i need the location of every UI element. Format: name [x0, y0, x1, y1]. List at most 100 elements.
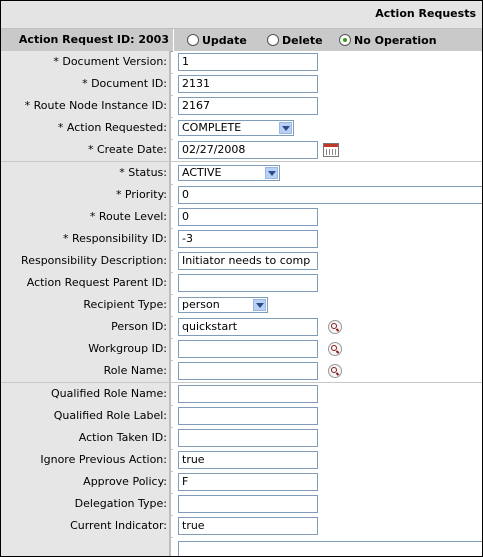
field-cell: 2131: [173, 73, 482, 95]
field-cell: 02/27/2008: [173, 139, 482, 161]
field-label: * Responsibility ID:: [1, 228, 171, 250]
field-label: Role Name:: [1, 360, 171, 382]
action-requests-panel: Action Requests Action Request ID: 2003 …: [0, 0, 483, 557]
field-input[interactable]: 02/27/2008: [178, 141, 318, 159]
field-cell: 1: [173, 51, 482, 73]
field-row: Delegation Type:: [1, 493, 482, 516]
radio-update[interactable]: Update: [187, 33, 247, 49]
select-value: person: [182, 298, 220, 311]
field-cell: ACTIVE: [173, 162, 482, 184]
radio-update-circle[interactable]: [187, 34, 199, 46]
radio-no-operation-circle[interactable]: [339, 34, 351, 46]
field-input[interactable]: true: [178, 517, 318, 535]
field-input[interactable]: 2167: [178, 97, 318, 115]
field-label: Delegation Type:: [1, 493, 171, 515]
field-label: Approve Policy:: [1, 471, 171, 493]
field-row: Responsibility Description: Initiator nee…: [1, 250, 482, 273]
field-label: * Status:: [1, 162, 171, 184]
field-cell: person: [173, 294, 482, 316]
field-row: Workgroup ID:: [1, 338, 482, 361]
field-cell: [173, 405, 482, 427]
chevron-down-icon[interactable]: [265, 167, 278, 179]
field-input[interactable]: quickstart: [178, 318, 318, 336]
field-input[interactable]: [178, 362, 318, 380]
field-cell: [173, 272, 482, 294]
field-row: * Route Node Instance ID: 2167: [1, 95, 482, 118]
field-label: * Create Date:: [1, 139, 171, 161]
select-value: ACTIVE: [182, 166, 222, 179]
radio-delete[interactable]: Delete: [267, 33, 323, 49]
field-input[interactable]: F: [178, 473, 318, 491]
field-label: Annotation:: [1, 537, 171, 556]
annotation-textarea[interactable]: [178, 541, 482, 556]
field-cell: -3: [173, 228, 482, 250]
field-label: Ignore Previous Action:: [1, 449, 171, 471]
chevron-down-icon[interactable]: [253, 299, 266, 311]
field-cell: true: [173, 449, 482, 471]
field-input[interactable]: [178, 429, 318, 447]
field-row: Person ID: quickstart: [1, 316, 482, 339]
field-input[interactable]: 2131: [178, 75, 318, 93]
calendar-icon[interactable]: [323, 143, 339, 157]
field-input[interactable]: 0: [178, 186, 482, 204]
field-label: Qualified Role Name:: [1, 383, 171, 405]
field-row: Action Taken ID:: [1, 427, 482, 450]
field-row: Qualified Role Label:: [1, 405, 482, 428]
field-row: * Responsibility ID: -3: [1, 228, 482, 251]
field-label: * Action Requested:: [1, 117, 171, 139]
field-label: * Document Version:: [1, 51, 171, 73]
field-row: Current Indicator: true: [1, 515, 482, 538]
field-cell: [173, 360, 482, 382]
field-label: Person ID:: [1, 316, 171, 338]
field-row: Qualified Role Name:: [1, 383, 482, 406]
field-input[interactable]: Initiator needs to comp: [178, 252, 318, 270]
lookup-icon[interactable]: [328, 364, 342, 378]
field-label: Current Indicator:: [1, 515, 171, 537]
field-cell: [173, 427, 482, 449]
field-label: Qualified Role Label:: [1, 405, 171, 427]
field-label: Action Taken ID:: [1, 427, 171, 449]
lookup-icon[interactable]: [328, 342, 342, 356]
field-row: Annotation:: [1, 537, 482, 556]
field-row: Recipient Type: person: [1, 294, 482, 317]
field-input[interactable]: [178, 495, 318, 513]
field-select[interactable]: person: [178, 297, 268, 313]
field-input[interactable]: [178, 407, 318, 425]
field-input[interactable]: [178, 340, 318, 358]
panel-title: Action Requests: [375, 7, 476, 20]
field-label: Workgroup ID:: [1, 338, 171, 360]
field-cell: true: [173, 515, 482, 537]
field-row: Ignore Previous Action: true: [1, 449, 482, 472]
field-input[interactable]: -3: [178, 230, 318, 248]
field-select[interactable]: ACTIVE: [178, 165, 280, 181]
select-value: COMPLETE: [182, 121, 242, 134]
action-request-id-label: Action Request ID: 2003: [18, 33, 169, 46]
field-label: * Route Level:: [1, 206, 171, 228]
radio-delete-circle[interactable]: [267, 34, 279, 46]
field-row: * Action Requested: COMPLETE: [1, 117, 482, 140]
field-row: * Route Level: 0: [1, 206, 482, 229]
field-cell: 0: [173, 184, 482, 206]
field-input[interactable]: 1: [178, 53, 318, 71]
chevron-down-icon[interactable]: [279, 122, 292, 134]
field-label: * Document ID:: [1, 73, 171, 95]
field-input[interactable]: [178, 274, 318, 292]
field-input[interactable]: true: [178, 451, 318, 469]
field-row: * Status: ACTIVE: [1, 162, 482, 185]
field-cell: [173, 383, 482, 405]
field-input[interactable]: [178, 385, 318, 403]
field-label: Recipient Type:: [1, 294, 171, 316]
field-input[interactable]: 0: [178, 208, 318, 226]
field-row: * Create Date: 02/27/2008: [1, 139, 482, 162]
field-cell: [173, 493, 482, 515]
field-cell: 0: [173, 206, 482, 228]
radio-no-operation[interactable]: No Operation: [339, 33, 437, 49]
radio-delete-label: Delete: [282, 34, 323, 47]
field-label: * Priority:: [1, 184, 171, 206]
field-row: * Priority: 0: [1, 184, 482, 207]
action-request-header: Action Request ID: 2003 Update Delete No…: [1, 29, 482, 52]
lookup-icon[interactable]: [328, 320, 342, 334]
field-row: Action Request Parent ID:: [1, 272, 482, 295]
radio-no-operation-label: No Operation: [354, 34, 437, 47]
field-select[interactable]: COMPLETE: [178, 120, 294, 136]
